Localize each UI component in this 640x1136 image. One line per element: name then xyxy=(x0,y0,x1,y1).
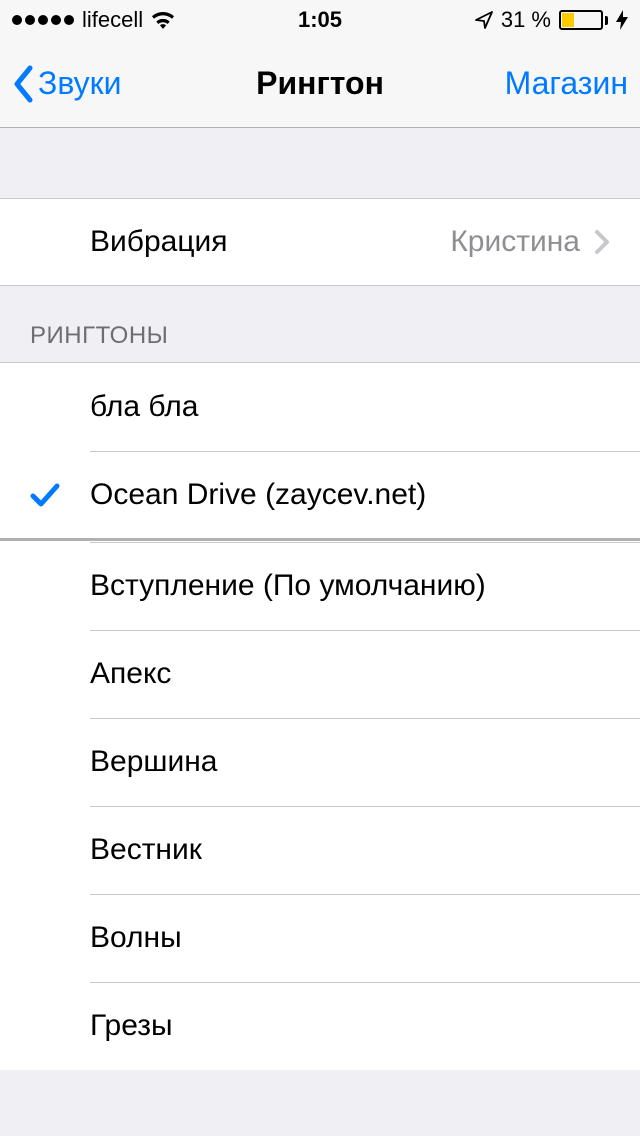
carrier-label: lifecell xyxy=(82,7,143,33)
location-icon xyxy=(475,11,493,29)
ringtone-row[interactable]: Волны xyxy=(0,894,640,982)
checkmark-icon xyxy=(30,482,60,508)
ringtone-label: Грезы xyxy=(90,1009,610,1043)
wifi-icon xyxy=(151,11,175,29)
ringtone-row[interactable]: Ocean Drive (zaycev.net) xyxy=(0,451,640,539)
ringtone-label: Волны xyxy=(90,921,610,955)
status-right: 31 % xyxy=(475,7,628,33)
store-button[interactable]: Магазин xyxy=(505,65,628,102)
ringtone-label: Вступление (По умолчанию) xyxy=(90,569,610,603)
ringtone-row[interactable]: Вступление (По умолчанию) xyxy=(0,542,640,630)
check-col xyxy=(30,482,90,508)
ringtone-row[interactable]: бла бла xyxy=(0,363,640,451)
ringtone-label: Ocean Drive (zaycev.net) xyxy=(90,478,610,512)
chevron-right-icon xyxy=(594,229,610,255)
chevron-left-icon xyxy=(12,65,34,103)
back-button[interactable]: Звуки xyxy=(12,65,122,103)
battery-icon xyxy=(559,10,608,30)
back-label: Звуки xyxy=(38,65,122,102)
vibration-label: Вибрация xyxy=(30,225,450,259)
vibration-cell[interactable]: Вибрация Кристина xyxy=(0,198,640,286)
status-bar: lifecell 1:05 31 % xyxy=(0,0,640,40)
section-header-ringtones: РИНГТОНЫ xyxy=(0,286,640,362)
ringtone-label: бла бла xyxy=(90,390,610,424)
signal-strength-icon xyxy=(12,15,74,25)
vibration-value: Кристина xyxy=(450,225,580,259)
ringtone-label: Вершина xyxy=(90,745,610,779)
ringtone-row[interactable]: Грезы xyxy=(0,982,640,1070)
ringtone-row[interactable]: Вершина xyxy=(0,718,640,806)
ringtone-label: Апекс xyxy=(90,657,610,691)
ringtone-list: бла бла Ocean Drive (zaycev.net) Вступле… xyxy=(0,362,640,1070)
ringtone-label: Вестник xyxy=(90,833,610,867)
section-spacer xyxy=(0,128,640,198)
ringtone-row[interactable]: Апекс xyxy=(0,630,640,718)
page-title: Рингтон xyxy=(256,65,384,102)
ringtone-row[interactable]: Вестник xyxy=(0,806,640,894)
status-left: lifecell xyxy=(12,7,175,33)
clock-label: 1:05 xyxy=(298,7,342,33)
battery-pct-label: 31 % xyxy=(501,7,551,33)
navigation-bar: Звуки Рингтон Магазин xyxy=(0,40,640,128)
charging-icon xyxy=(616,10,628,30)
